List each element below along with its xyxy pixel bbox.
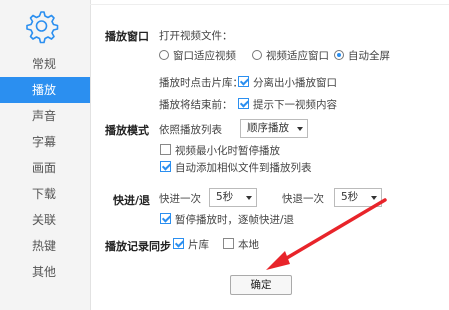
sync-library-checkbox[interactable]	[173, 238, 184, 249]
auto-add-similar-checkbox[interactable]	[160, 161, 171, 172]
seek-backward-select[interactable]: 5秒	[334, 188, 382, 207]
radio-fit-window-to-video-label[interactable]: 窗口适应视频	[173, 48, 236, 63]
seek-forward-select[interactable]: 5秒	[209, 188, 257, 207]
section-title-seek: 快进/退	[113, 194, 151, 207]
radio-auto-fullscreen-label[interactable]: 自动全屏	[348, 48, 390, 63]
section-title-playback-mode: 播放模式	[105, 124, 149, 137]
seek-forward-label: 快进一次	[159, 193, 201, 205]
auto-add-similar-label[interactable]: 自动添加相似文件到播放列表	[175, 160, 312, 175]
seek-forward-value: 5秒	[216, 191, 234, 203]
minimize-pause-checkbox[interactable]	[160, 144, 171, 155]
playlist-order-label: 依照播放列表	[159, 124, 222, 136]
sidebar-item-other[interactable]: 其他	[0, 259, 90, 285]
section-title-history-sync: 播放记录同步	[105, 240, 171, 253]
next-video-hint-checkbox[interactable]	[238, 98, 249, 109]
next-video-hint-label[interactable]: 提示下一视频内容	[253, 97, 337, 112]
minimize-pause-label[interactable]: 视频最小化时暂停播放	[175, 143, 280, 158]
sidebar-item-subtitle[interactable]: 字幕	[0, 129, 90, 155]
sidebar-item-association[interactable]: 关联	[0, 207, 90, 233]
radio-auto-fullscreen[interactable]	[334, 50, 344, 60]
top-divider	[90, 4, 449, 5]
radio-fit-video-to-window[interactable]	[252, 50, 262, 60]
sidebar-item-picture[interactable]: 画面	[0, 155, 90, 181]
gear-icon	[26, 11, 59, 44]
sidebar-item-general[interactable]: 常规	[0, 51, 90, 77]
pause-frame-step-label[interactable]: 暂停播放时，逐帧快进/退	[175, 212, 294, 227]
sidebar-item-playback[interactable]: 播放	[0, 77, 90, 103]
sync-library-label[interactable]: 片库	[188, 237, 209, 252]
radio-fit-window-to-video[interactable]	[159, 50, 169, 60]
settings-sidebar: 常规 播放 声音 字幕 画面 下载 关联 热键 其他	[0, 0, 91, 310]
chevron-down-icon	[297, 127, 303, 131]
seek-backward-label: 快退一次	[282, 193, 324, 205]
click-library-label: 播放时点击片库：	[159, 77, 243, 89]
radio-fit-video-to-window-label[interactable]: 视频适应窗口	[266, 48, 329, 63]
chevron-down-icon	[371, 196, 377, 200]
sidebar-item-download[interactable]: 下载	[0, 181, 90, 207]
open-video-label: 打开视频文件：	[159, 30, 233, 42]
detach-mini-window-label[interactable]: 分离出小播放窗口	[253, 75, 337, 90]
sidebar-item-sound[interactable]: 声音	[0, 103, 90, 129]
pause-frame-step-checkbox[interactable]	[160, 213, 171, 224]
section-title-playback-window: 播放窗口	[105, 30, 149, 43]
sync-local-label[interactable]: 本地	[238, 237, 259, 252]
confirm-button[interactable]: 确定	[230, 275, 292, 295]
playlist-order-value: 顺序播放	[247, 122, 289, 134]
sync-local-checkbox[interactable]	[223, 238, 234, 249]
before-end-label: 播放将结束前：	[159, 99, 233, 111]
seek-backward-value: 5秒	[341, 191, 359, 203]
detach-mini-window-checkbox[interactable]	[238, 76, 249, 87]
chevron-down-icon	[246, 196, 252, 200]
sidebar-item-hotkey[interactable]: 热键	[0, 233, 90, 259]
playlist-order-select[interactable]: 顺序播放	[240, 119, 308, 138]
